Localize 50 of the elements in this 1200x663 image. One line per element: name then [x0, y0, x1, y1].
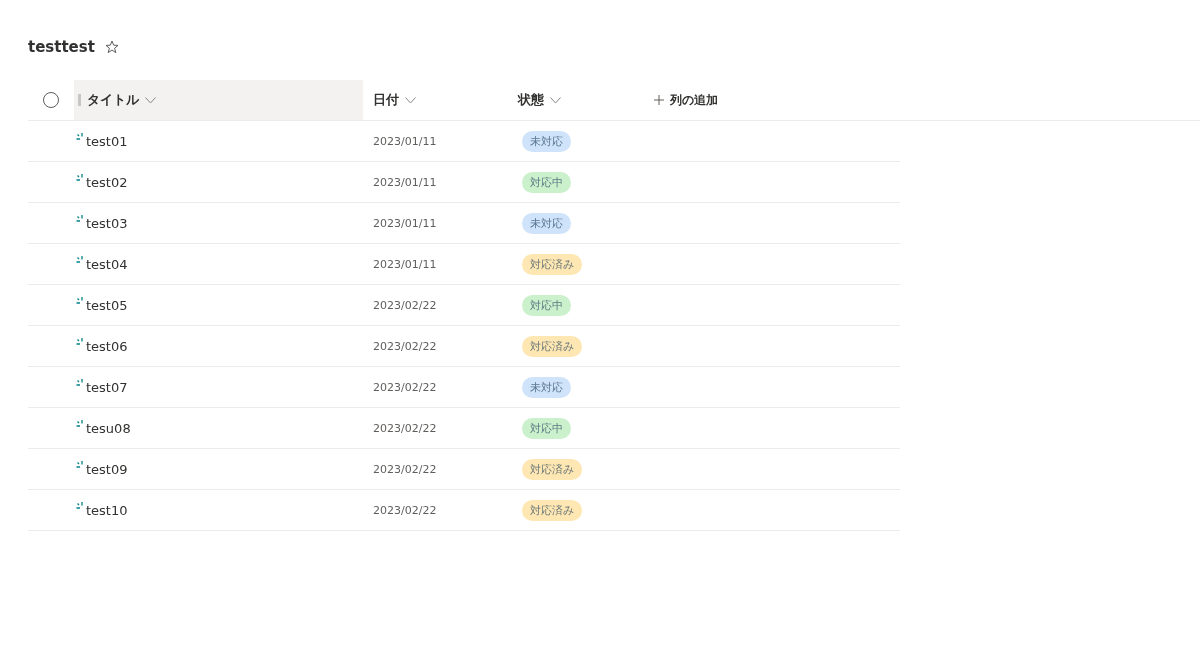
- date-text: 2023/01/11: [372, 175, 437, 189]
- chevron-down-icon: [405, 96, 416, 104]
- date-text: 2023/02/22: [372, 339, 437, 353]
- new-item-icon: [76, 133, 86, 143]
- item-title-link[interactable]: test06: [86, 339, 128, 354]
- status-tag: 対応済み: [522, 458, 582, 480]
- status-tag: 対応中: [522, 171, 571, 193]
- new-item-icon: [76, 338, 86, 348]
- new-item-icon: [76, 379, 86, 389]
- item-title-link[interactable]: test10: [86, 503, 128, 518]
- date-text: 2023/02/22: [372, 462, 437, 476]
- date-text: 2023/02/22: [372, 380, 437, 394]
- chevron-down-icon: [145, 96, 156, 104]
- status-tag: 対応中: [522, 294, 571, 316]
- new-item-icon: [76, 502, 86, 512]
- item-title-link[interactable]: tesu08: [86, 421, 131, 436]
- item-title-link[interactable]: test04: [86, 257, 128, 272]
- item-title-link[interactable]: test09: [86, 462, 128, 477]
- status-tag: 未対応: [522, 212, 571, 234]
- column-header[interactable]: タイトル: [74, 80, 363, 120]
- status-tag: 対応済み: [522, 499, 582, 521]
- add-column-button[interactable]: 列の追加: [650, 91, 722, 109]
- date-text: 2023/02/22: [372, 503, 437, 517]
- new-item-icon: [76, 461, 86, 471]
- item-title-link[interactable]: test07: [86, 380, 128, 395]
- item-title-link[interactable]: test01: [86, 134, 128, 149]
- status-tag: 対応済み: [522, 335, 582, 357]
- date-text: 2023/02/22: [372, 421, 437, 435]
- status-tag: 未対応: [522, 130, 571, 152]
- new-item-icon: [76, 174, 86, 184]
- list-title: testtest: [28, 38, 95, 56]
- item-title-link[interactable]: test02: [86, 175, 128, 190]
- star-icon[interactable]: [104, 40, 119, 54]
- new-item-icon: [76, 215, 86, 225]
- date-text: 2023/02/22: [372, 298, 437, 312]
- item-title-link[interactable]: test03: [86, 216, 128, 231]
- column-header[interactable]: 状態: [508, 80, 571, 120]
- new-item-icon: [76, 297, 86, 307]
- status-tag: 対応中: [522, 417, 571, 439]
- date-text: 2023/01/11: [372, 134, 437, 148]
- status-tag: 未対応: [522, 376, 571, 398]
- item-title-link[interactable]: test05: [86, 298, 128, 313]
- new-item-icon: [76, 420, 86, 430]
- status-tag: 対応済み: [522, 253, 582, 275]
- chevron-down-icon: [550, 96, 561, 104]
- new-item-icon: [76, 256, 86, 266]
- plus-icon: [654, 95, 664, 105]
- date-text: 2023/01/11: [372, 216, 437, 230]
- column-header[interactable]: 日付: [363, 80, 426, 120]
- date-text: 2023/01/11: [372, 257, 437, 271]
